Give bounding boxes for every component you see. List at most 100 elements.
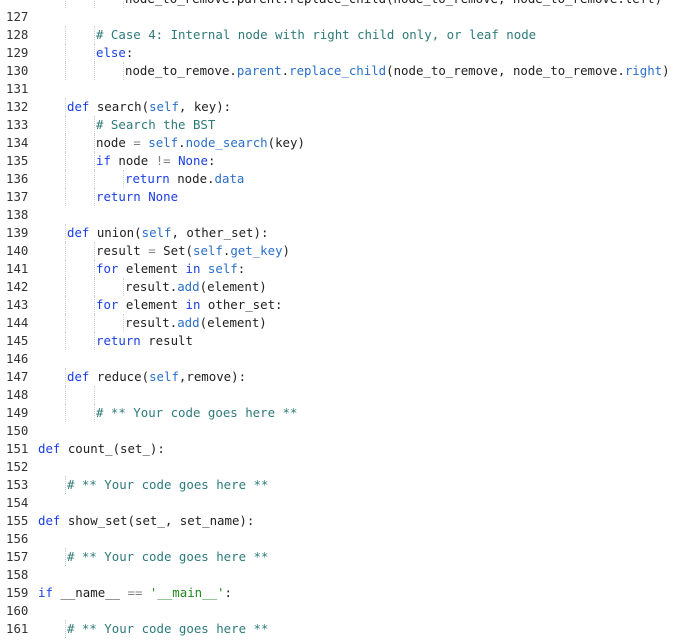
code-token: result. <box>125 279 178 294</box>
code-text[interactable]: else: <box>96 44 133 62</box>
indent-guide <box>94 404 95 422</box>
code-text[interactable]: return None <box>96 188 178 206</box>
code-text[interactable]: node = self.node_search(key) <box>96 134 305 152</box>
code-text[interactable]: def count_(set_): <box>38 440 165 458</box>
code-line[interactable]: 145 return result <box>0 332 694 350</box>
line-number: 144 <box>6 315 29 330</box>
code-token: other_set: <box>207 297 283 312</box>
code-line[interactable]: 139 def union(self, other_set): <box>0 224 694 242</box>
code-token: if <box>38 585 61 600</box>
code-line[interactable]: 133 # Search the BST <box>0 116 694 134</box>
code-token: union( <box>96 225 142 240</box>
code-text[interactable]: return node.data <box>125 170 244 188</box>
code-line[interactable]: 158 <box>0 566 694 584</box>
indent-guide <box>94 296 95 314</box>
code-line[interactable]: 136 return node.data <box>0 170 694 188</box>
code-line[interactable]: 137 return None <box>0 188 694 206</box>
code-line[interactable]: 151 def count_(set_): <box>0 440 694 458</box>
code-line[interactable]: 131 <box>0 80 694 98</box>
code-line[interactable]: 153 # ** Your code goes here ** <box>0 476 694 494</box>
code-text[interactable]: def search(self, key): <box>67 98 231 116</box>
code-token: '__main__' <box>149 585 225 600</box>
code-token: node_to_remove.parent.replace_child(node… <box>125 0 662 6</box>
code-line[interactable]: 149 # ** Your code goes here ** <box>0 404 694 422</box>
indent-guide <box>65 62 66 80</box>
code-token: def <box>67 369 97 384</box>
code-text[interactable]: result = Set(self.get_key) <box>96 242 290 260</box>
code-text[interactable]: # ** Your code goes here ** <box>67 476 268 494</box>
indent-guide <box>65 116 66 134</box>
code-line[interactable]: 142 result.add(element) <box>0 278 694 296</box>
code-text[interactable]: if __name__ == '__main__': <box>38 584 232 602</box>
code-text[interactable]: result.add(element) <box>125 314 267 332</box>
code-token: def <box>38 513 68 528</box>
code-line[interactable]: 128 # Case 4: Internal node with right ch… <box>0 26 694 44</box>
code-token: add <box>177 315 200 330</box>
code-line[interactable]: 150 <box>0 422 694 440</box>
code-line[interactable]: 152 <box>0 458 694 476</box>
code-line[interactable]: 129 else: <box>0 44 694 62</box>
code-text[interactable]: # ** Your code goes here ** <box>67 548 268 566</box>
line-number: 143 <box>6 297 29 312</box>
code-editor[interactable]: node_to_remove.parent. replace_child(node… <box>0 0 694 640</box>
code-line[interactable]: 161 # ** Your code goes here ** <box>0 620 694 638</box>
code-line[interactable]: 130 node_to_remove.parent.replace_child(n… <box>0 62 694 80</box>
code-text[interactable]: # Case 4: Internal node with right child… <box>96 26 536 44</box>
code-token: self <box>149 99 179 114</box>
code-line[interactable]: 132 def search(self, key): <box>0 98 694 116</box>
indent-guide <box>94 278 95 296</box>
line-number: 135 <box>6 153 29 168</box>
indent-guide <box>65 260 66 278</box>
code-text[interactable]: # Search the BST <box>96 116 215 134</box>
code-line[interactable]: 156 <box>0 530 694 548</box>
code-text[interactable]: node_to_remove.parent.replace_child(node… <box>125 0 662 8</box>
code-token: : <box>125 45 134 60</box>
code-lines[interactable]: node_to_remove.parent. replace_child(node… <box>0 0 694 638</box>
code-line[interactable]: 135 if node != None: <box>0 152 694 170</box>
code-line[interactable]: 148 <box>0 386 694 404</box>
code-text[interactable]: # ** Your code goes here ** <box>96 404 297 422</box>
code-text[interactable]: if node != None: <box>96 152 215 170</box>
code-line[interactable]: 144 result.add(element) <box>0 314 694 332</box>
code-token: # Search the BST <box>96 117 216 132</box>
code-token: node_search <box>185 135 268 150</box>
code-text[interactable]: # ** Your code goes here ** <box>67 620 268 638</box>
code-line[interactable]: 160 <box>0 602 694 620</box>
code-token: in <box>185 297 208 312</box>
code-token: for <box>96 297 126 312</box>
code-line[interactable]: 134 node = self.node_search(key) <box>0 134 694 152</box>
code-line[interactable]: 155 def show_set(set_, set_name): <box>0 512 694 530</box>
code-token: self <box>207 261 238 276</box>
code-line[interactable]: 146 <box>0 350 694 368</box>
code-token: replace_child <box>289 63 387 78</box>
code-line[interactable]: 138 <box>0 206 694 224</box>
code-text[interactable]: return result <box>96 332 193 350</box>
code-text[interactable]: for element in self: <box>96 260 245 278</box>
indent-guide <box>65 278 66 296</box>
code-text[interactable]: def show_set(set_, set_name): <box>38 512 254 530</box>
code-text[interactable]: def reduce(self,remove): <box>67 368 246 386</box>
indent-guide <box>65 224 66 242</box>
code-line[interactable]: 157 # ** Your code goes here ** <box>0 548 694 566</box>
line-number: 151 <box>6 441 29 456</box>
code-text[interactable]: for element in other_set: <box>96 296 283 314</box>
code-token: get_key <box>230 243 283 258</box>
code-line[interactable]: 127 <box>0 8 694 26</box>
code-token: def <box>67 99 97 114</box>
code-token: : <box>207 153 216 168</box>
code-text[interactable]: def union(self, other_set): <box>67 224 268 242</box>
indent-guide <box>94 152 95 170</box>
code-token: __name__ <box>60 585 128 600</box>
code-line[interactable]: 140 result = Set(self.get_key) <box>0 242 694 260</box>
code-line[interactable]: 147 def reduce(self,remove): <box>0 368 694 386</box>
code-token: self <box>148 135 179 150</box>
code-line[interactable]: 143 for element in other_set: <box>0 296 694 314</box>
code-text[interactable]: result.add(element) <box>125 278 267 296</box>
code-text[interactable]: node_to_remove.parent.replace_child(node… <box>125 62 670 80</box>
code-token: ,remove): <box>178 369 247 384</box>
code-line[interactable]: node_to_remove.parent.replace_child(node… <box>0 0 694 8</box>
code-line[interactable]: 159 if __name__ == '__main__': <box>0 584 694 602</box>
indent-guide <box>94 170 95 188</box>
code-line[interactable]: 154 <box>0 494 694 512</box>
code-line[interactable]: 141 for element in self: <box>0 260 694 278</box>
